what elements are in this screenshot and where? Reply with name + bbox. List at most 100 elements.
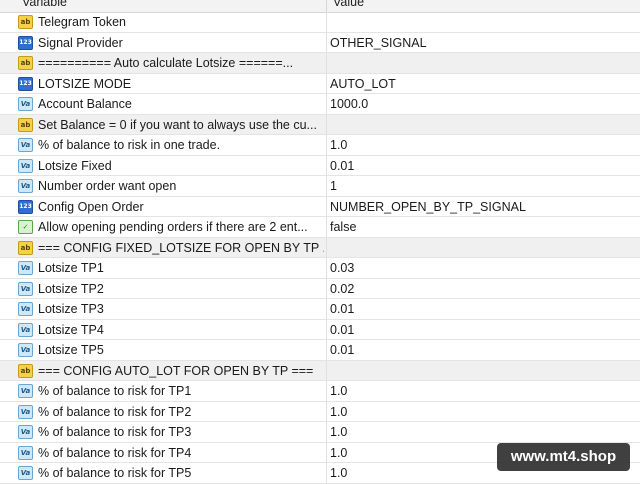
row-variable-label: % of balance to risk for TP4 <box>38 445 192 460</box>
cell-divider <box>326 360 327 380</box>
table-row[interactable]: Va Lotsize TP1 0.03 <box>0 258 640 279</box>
table-row[interactable]: Va Lotsize TP5 0.01 <box>0 340 640 361</box>
cell-divider <box>326 258 327 278</box>
row-variable-label: Telegram Token <box>38 15 127 29</box>
table-row[interactable]: ab Telegram Token <box>0 12 640 33</box>
table-row[interactable]: ab Set Balance = 0 if you want to always … <box>0 114 640 135</box>
table-row[interactable]: Va % of balance to risk for TP2 1.0 <box>0 401 640 422</box>
row-value-cell[interactable]: OTHER_SIGNAL <box>330 33 630 53</box>
cell-divider <box>326 299 327 319</box>
ab-string-icon: ab <box>18 363 33 378</box>
cell-divider <box>326 196 327 216</box>
double-icon: Va <box>18 322 33 337</box>
double-icon: Va <box>18 97 33 111</box>
column-divider[interactable] <box>326 0 327 12</box>
row-value-cell[interactable]: NUMBER_OPEN_BY_TP_SIGNAL <box>330 197 630 217</box>
double-icon: Va <box>18 302 33 316</box>
row-value-cell[interactable]: 1.0 <box>330 135 630 155</box>
table-row[interactable]: Va Lotsize TP2 0.02 <box>0 278 640 299</box>
row-variable-label: Signal Provider <box>38 35 123 50</box>
table-row[interactable]: 123 Config Open Order NUMBER_OPEN_BY_TP_SI… <box>0 196 640 217</box>
cell-divider <box>326 32 327 52</box>
row-value-cell[interactable]: 1.0 <box>330 381 630 401</box>
cell-divider <box>326 401 327 421</box>
row-value-cell[interactable]: 0.01 <box>330 320 630 340</box>
ab-string-icon: ab <box>18 56 33 70</box>
cell-divider <box>326 319 327 339</box>
row-variable-label: Lotsize TP2 <box>38 281 104 296</box>
value-column-header[interactable]: Value <box>333 0 364 10</box>
table-row[interactable]: ab === CONFIG AUTO_LOT FOR OPEN BY TP === <box>0 360 640 381</box>
table-row[interactable]: Va Account Balance 1000.0 <box>0 94 640 115</box>
row-value-cell[interactable]: 0.02 <box>330 279 630 299</box>
double-icon: Va <box>18 466 33 480</box>
row-variable-label: Number order want open <box>38 179 177 193</box>
table-row[interactable]: ab ========== Auto calculate Lotsize ====… <box>0 53 640 74</box>
table-row[interactable]: Va Number order want open 1 <box>0 176 640 197</box>
row-value-cell[interactable]: 1 <box>330 176 630 196</box>
row-value-cell[interactable]: 0.01 <box>330 299 630 319</box>
row-variable-label: % of balance to risk for TP3 <box>38 425 192 439</box>
cell-divider <box>326 237 327 257</box>
table-row[interactable]: ab === CONFIG FIXED_LOTSIZE FOR OPEN BY T… <box>0 237 640 258</box>
double-icon: Va <box>18 425 33 439</box>
double-icon: Va <box>18 343 33 357</box>
row-variable-label: Allow opening pending orders if there ar… <box>38 220 308 234</box>
table-row[interactable]: Va Lotsize TP3 0.01 <box>0 299 640 320</box>
ab-string-icon: ab <box>18 15 33 29</box>
row-variable-label: === CONFIG AUTO_LOT FOR OPEN BY TP === <box>38 363 314 378</box>
row-variable-label: Lotsize Fixed <box>38 158 112 173</box>
cell-divider <box>326 176 327 196</box>
row-variable-label: Config Open Order <box>38 199 144 214</box>
double-icon: Va <box>18 179 33 193</box>
cell-divider <box>326 114 327 134</box>
number-icon: 123 <box>18 35 33 50</box>
row-value-cell[interactable]: AUTO_LOT <box>330 74 630 94</box>
cell-divider <box>326 73 327 93</box>
cell-divider <box>326 422 327 442</box>
row-variable-label: Lotsize TP1 <box>38 261 104 275</box>
variable-column-header[interactable]: Variable <box>22 0 67 10</box>
table-row[interactable]: Va % of balance to risk in one trade. 1.0 <box>0 135 640 156</box>
row-variable-label: ========== Auto calculate Lotsize ======… <box>38 56 294 70</box>
row-variable-label: LOTSIZE MODE <box>38 76 132 91</box>
row-variable-label: % of balance to risk for TP2 <box>38 404 192 419</box>
table-row[interactable]: ✓ Allow opening pending orders if there a… <box>0 217 640 238</box>
double-icon: Va <box>18 445 33 460</box>
row-variable-label: % of balance to risk for TP5 <box>38 466 192 480</box>
table-row[interactable]: Va % of balance to risk for TP1 1.0 <box>0 381 640 402</box>
double-icon: Va <box>18 404 33 419</box>
row-variable-label: Lotsize TP5 <box>38 343 104 357</box>
table-row[interactable]: 123 LOTSIZE MODE AUTO_LOT <box>0 73 640 94</box>
table-row[interactable]: Va Lotsize Fixed 0.01 <box>0 155 640 176</box>
row-value-cell[interactable]: false <box>330 217 630 237</box>
row-variable-label: Lotsize TP4 <box>38 322 104 337</box>
double-icon: Va <box>18 138 33 152</box>
row-variable-label: Set Balance = 0 if you want to always us… <box>38 117 317 132</box>
cell-divider <box>326 217 327 237</box>
row-variable-label: === CONFIG FIXED_LOTSIZE FOR OPEN BY TP … <box>38 240 324 255</box>
number-icon: 123 <box>18 76 33 91</box>
bool-icon: ✓ <box>18 220 33 234</box>
row-variable-label: % of balance to risk for TP1 <box>38 384 192 398</box>
ab-string-icon: ab <box>18 240 33 255</box>
double-icon: Va <box>18 384 33 398</box>
cell-divider <box>326 94 327 114</box>
row-value-cell[interactable]: 1.0 <box>330 422 630 442</box>
cell-divider <box>326 340 327 360</box>
cell-divider <box>326 53 327 73</box>
watermark: www.mt4.shop <box>497 443 630 471</box>
table-row[interactable]: Va Lotsize TP4 0.01 <box>0 319 640 340</box>
cell-divider <box>326 12 327 32</box>
row-value-cell[interactable]: 0.01 <box>330 340 630 360</box>
row-value-cell[interactable]: 1000.0 <box>330 94 630 114</box>
row-variable-label: Lotsize TP3 <box>38 302 104 316</box>
row-value-cell[interactable]: 0.03 <box>330 258 630 278</box>
row-value-cell[interactable]: 1.0 <box>330 402 630 422</box>
row-value-cell[interactable]: 0.01 <box>330 156 630 176</box>
double-icon: Va <box>18 281 33 296</box>
table-row[interactable]: Va % of balance to risk for TP3 1.0 <box>0 422 640 443</box>
double-icon: Va <box>18 158 33 173</box>
number-icon: 123 <box>18 199 33 214</box>
table-row[interactable]: 123 Signal Provider OTHER_SIGNAL <box>0 32 640 53</box>
